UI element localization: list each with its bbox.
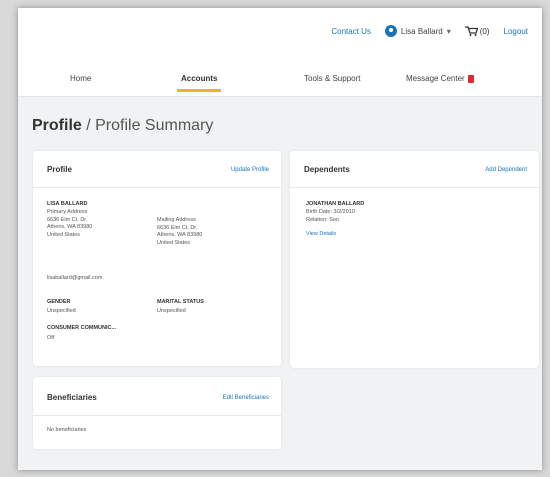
divider — [290, 187, 539, 188]
logout-link[interactable]: Logout — [504, 27, 528, 36]
profile-card: Profile Update Profile LISA BALLARD Prim… — [33, 151, 281, 366]
tab-tools-support[interactable]: Tools & Support — [304, 74, 360, 83]
content-area: Profile / Profile Summary Profile Update… — [18, 97, 542, 470]
address-line: 6636 Elm Ct. Dr. — [157, 224, 198, 231]
chevron-down-icon: ▾ — [446, 26, 451, 36]
divider — [33, 187, 281, 188]
profile-card-title: Profile — [47, 165, 72, 174]
main-nav: Home Accounts Tools & Support Message Ce… — [18, 60, 542, 97]
primary-address: Primary Address 6636 Elm Ct. Dr. Athens,… — [47, 209, 92, 239]
address-line: Primary Address — [47, 209, 88, 215]
cart-icon — [464, 26, 478, 36]
address-line: Athens, WA 83980 — [47, 224, 93, 230]
address-line: 6636 Elm Ct. Dr. — [47, 216, 88, 223]
address-line: Athens, WA 83980 — [157, 232, 203, 238]
user-name: Lisa Ballard — [400, 26, 443, 36]
consumer-communications-label: CONSUMER COMMUNIC... — [47, 325, 117, 331]
profile-name: LISA BALLARD — [47, 201, 88, 207]
address-line: Mailing Address — [157, 217, 196, 223]
cart-button[interactable]: (0) — [464, 26, 490, 36]
update-profile-link[interactable]: Update Profile — [231, 167, 269, 173]
page-title-main: Profile — [32, 117, 82, 134]
notification-badge — [467, 74, 474, 83]
utility-bar: Contact Us Lisa Ballard ▾ (0) Logout — [18, 8, 542, 54]
profile-card-header: Profile Update Profile — [47, 165, 269, 174]
dependent-relation: Relation: Son — [306, 216, 340, 223]
consumer-communications-value: Off — [47, 335, 55, 341]
dependent-info: Birth Date: 3/2/2010 Relation: Son — [306, 209, 355, 224]
address-line: United States — [157, 239, 191, 246]
mailing-address: Mailing Address 6636 Elm Ct. Dr. Athens,… — [157, 217, 202, 247]
tab-accounts[interactable]: Accounts — [176, 74, 222, 92]
beneficiaries-card-header: Beneficiaries Edit Beneficiaries — [47, 393, 269, 402]
user-menu[interactable]: Lisa Ballard ▾ — [384, 25, 451, 37]
cart-count: (0) — [479, 26, 490, 36]
dependent-birth-date: Birth Date: 3/2/2010 — [306, 209, 355, 215]
user-avatar-icon — [384, 25, 397, 37]
view-details-link[interactable]: View Details — [306, 231, 336, 239]
gender-label: GENDER — [47, 299, 71, 305]
beneficiaries-empty-text: No beneficiaries — [47, 427, 87, 433]
beneficiaries-card: Beneficiaries Edit Beneficiaries No bene… — [33, 377, 281, 449]
tab-home[interactable]: Home — [70, 74, 91, 83]
tab-message-center-label: Message Center — [406, 74, 465, 83]
add-dependent-link[interactable]: Add Dependent — [485, 167, 527, 173]
email-value: lisaballard@gmail.com — [47, 275, 103, 281]
tab-message-center[interactable]: Message Center — [406, 74, 474, 83]
marital-status-label: MARITAL STATUS — [157, 299, 204, 305]
address-line: United States — [47, 231, 81, 238]
app-window: Contact Us Lisa Ballard ▾ (0) Logout Hom… — [18, 8, 542, 470]
page-title-sub: / Profile Summary — [81, 117, 214, 134]
contact-us-link[interactable]: Contact Us — [331, 27, 371, 36]
dependents-card: Dependents Add Dependent JONATHAN BALLAR… — [290, 151, 539, 368]
gender-value: Unspecified — [47, 308, 76, 314]
edit-beneficiaries-link[interactable]: Edit Beneficiaries — [223, 395, 269, 401]
divider — [33, 415, 281, 416]
beneficiaries-card-title: Beneficiaries — [47, 393, 97, 402]
dependents-card-header: Dependents Add Dependent — [304, 165, 527, 174]
page-title: Profile / Profile Summary — [32, 117, 213, 135]
marital-status-value: Unspecified — [157, 308, 186, 314]
dependents-card-title: Dependents — [304, 165, 350, 174]
dependent-name: JONATHAN BALLARD — [306, 201, 365, 207]
